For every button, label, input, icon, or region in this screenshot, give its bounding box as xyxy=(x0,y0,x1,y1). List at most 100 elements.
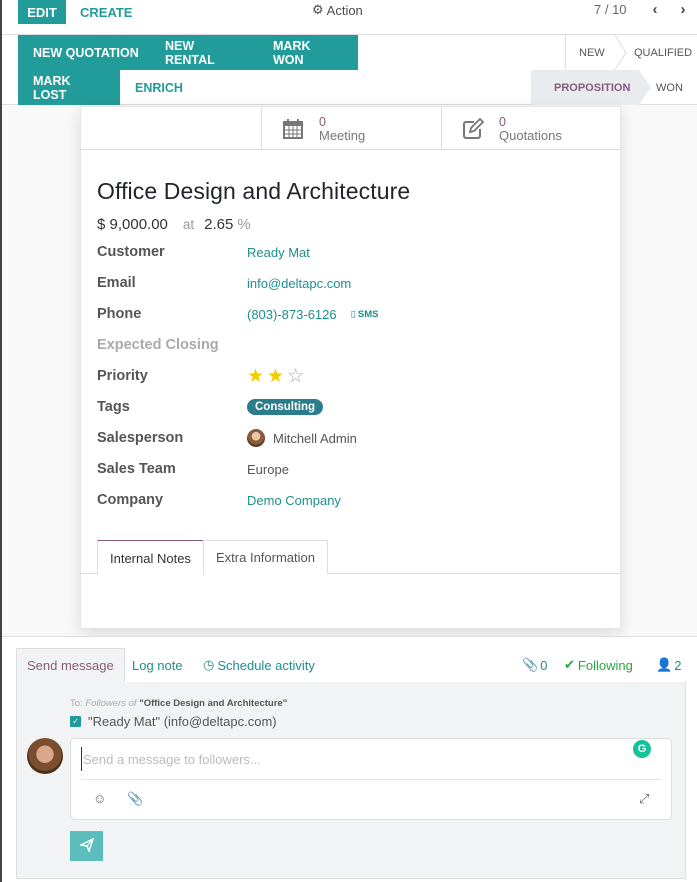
field-sales-team: Sales Team Europe xyxy=(97,459,597,479)
salesperson-value[interactable]: Mitchell Admin xyxy=(247,429,357,447)
mark-won-button[interactable]: MARK WON xyxy=(258,35,358,70)
pencil-square-icon xyxy=(462,117,498,140)
control-panel: EDIT CREATE ⚙ Action 7 / 10 ‹ › xyxy=(2,0,697,35)
meeting-label: Meeting xyxy=(319,127,366,143)
expand-icon[interactable]: ⤢ xyxy=(639,791,649,807)
attachments-button[interactable]: 📎 0 xyxy=(522,648,547,682)
enrich-button[interactable]: ENRICH xyxy=(120,70,198,105)
field-phone: Phone (803)-873-6126 ▯ SMS xyxy=(97,304,597,324)
action-menu[interactable]: ⚙ Action xyxy=(312,0,363,20)
meeting-count: 0 xyxy=(319,114,326,129)
paperclip-attach-icon[interactable]: 📎 xyxy=(127,791,143,807)
salesperson-name: Mitchell Admin xyxy=(273,430,357,446)
record-name-quoted: "Office Design and Architecture" xyxy=(139,698,288,709)
mark-lost-button[interactable]: MARK LOST xyxy=(18,70,120,105)
check-icon: ✔ xyxy=(564,657,575,672)
priority-stars[interactable]: ★ ★ ☆ xyxy=(247,367,304,386)
at-label: at xyxy=(182,217,195,232)
following-label: Following xyxy=(577,657,633,673)
company-link[interactable]: Demo Company xyxy=(247,493,341,508)
notebook-tabs: Internal Notes Extra Information xyxy=(81,540,620,575)
recipient-option[interactable]: ✓ "Ready Mat" (info@deltapc.com) xyxy=(70,714,277,729)
emoji-icon[interactable]: ☺ xyxy=(93,791,106,806)
to-prefix: To: xyxy=(70,698,83,709)
send-message-tab[interactable]: Send message xyxy=(16,648,125,682)
statusbar-divider xyxy=(565,35,566,70)
log-note-tab[interactable]: Log note xyxy=(122,648,193,682)
star-filled-icon[interactable]: ★ xyxy=(267,367,284,386)
probability[interactable]: 2.65 xyxy=(204,216,233,233)
message-composer: To: Followers of "Office Design and Arch… xyxy=(16,682,686,879)
field-expected-closing: Expected Closing xyxy=(97,335,597,355)
gear-icon: ⚙ xyxy=(312,2,324,17)
stage-won[interactable]: WON xyxy=(656,70,683,105)
pager-value[interactable]: 7 / 10 xyxy=(594,0,627,18)
quotations-smart-button[interactable]: 0 Quotations xyxy=(441,107,621,150)
action-label: Action xyxy=(326,2,363,18)
priority-label: Priority xyxy=(97,368,148,384)
create-button[interactable]: CREATE xyxy=(80,0,132,24)
sales-team-label: Sales Team xyxy=(97,461,176,477)
percent-sign: % xyxy=(237,216,251,233)
star-empty-icon[interactable]: ☆ xyxy=(287,367,304,386)
sales-team-value[interactable]: Europe xyxy=(247,462,289,477)
followers-button[interactable]: 👤 2 xyxy=(656,648,681,682)
schedule-activity-label: Schedule activity xyxy=(217,657,315,673)
recipient-checkbox[interactable]: ✓ xyxy=(70,716,81,727)
chatter-topbar: Send message Log note ◷ Schedule activit… xyxy=(16,648,686,682)
user-icon: 👤 xyxy=(656,657,673,672)
field-company: Company Demo Company xyxy=(97,490,597,510)
attachments-count: 0 xyxy=(540,657,548,673)
meeting-smart-button[interactable]: 0 Meeting xyxy=(261,107,441,150)
following-button[interactable]: ✔ Following xyxy=(564,648,633,682)
field-salesperson: Salesperson Mitchell Admin xyxy=(97,428,597,448)
sms-button[interactable]: ▯ SMS xyxy=(351,309,379,320)
opportunity-title[interactable]: Office Design and Architecture xyxy=(97,178,410,205)
field-priority: Priority ★ ★ ☆ xyxy=(97,366,597,386)
mobile-icon: ▯ xyxy=(350,308,356,320)
field-tags: Tags Consulting xyxy=(97,397,597,417)
tab-internal-notes[interactable]: Internal Notes xyxy=(97,540,204,575)
chevron-right-icon[interactable]: › xyxy=(676,0,690,18)
followers-count: 2 xyxy=(674,657,682,673)
star-filled-icon[interactable]: ★ xyxy=(247,367,264,386)
paper-plane-icon xyxy=(78,837,94,855)
stage-qualified[interactable]: QUALIFIED xyxy=(634,35,692,70)
tag-badge[interactable]: Consulting xyxy=(247,399,324,415)
new-rental-button[interactable]: NEW RENTAL xyxy=(150,35,262,70)
salesperson-label: Salesperson xyxy=(97,430,184,446)
field-email: Email info@deltapc.com xyxy=(97,273,597,293)
paperclip-icon: 📎 xyxy=(522,657,539,672)
email-label: Email xyxy=(97,275,136,291)
followers-of-label: Followers of xyxy=(85,698,137,709)
new-quotation-button[interactable]: NEW QUOTATION xyxy=(18,35,154,70)
quotations-label: Quotations xyxy=(499,127,562,143)
stage-proposition[interactable]: PROPOSITION xyxy=(531,70,651,105)
composer-divider xyxy=(81,779,661,780)
field-customer: Customer Ready Mat xyxy=(97,242,597,262)
tags-label: Tags xyxy=(97,399,130,415)
recipients-line: To: Followers of "Office Design and Arch… xyxy=(70,698,287,709)
expected-revenue[interactable]: $ 9,000.00 xyxy=(97,216,168,233)
company-label: Company xyxy=(97,492,164,508)
phone-link[interactable]: (803)-873-6126 xyxy=(247,307,337,322)
message-input[interactable] xyxy=(81,747,621,771)
grammarly-icon[interactable]: G xyxy=(633,740,651,758)
salesperson-avatar xyxy=(247,429,265,447)
chevron-left-icon[interactable]: ‹ xyxy=(648,0,662,18)
customer-link[interactable]: Ready Mat xyxy=(247,245,310,260)
form-header: NEW QUOTATION NEW RENTAL MARK WON MARK L… xyxy=(2,35,697,105)
stage-separator-icon xyxy=(615,35,627,70)
schedule-activity-tab[interactable]: ◷ Schedule activity xyxy=(193,648,325,682)
expected-revenue-row: $ 9,000.00 at 2.65 % xyxy=(97,216,251,233)
smart-button-box: 0 Meeting 0 Quotations xyxy=(81,107,620,150)
stage-new[interactable]: NEW xyxy=(579,35,605,70)
sms-label: SMS xyxy=(357,308,379,320)
customer-label: Customer xyxy=(97,244,165,260)
form-sheet: 0 Meeting 0 Quotations Office Design and… xyxy=(80,106,621,629)
message-box: G ☺ 📎 ⤢ xyxy=(70,738,672,820)
send-button[interactable] xyxy=(70,831,103,861)
tab-extra-information[interactable]: Extra Information xyxy=(203,540,328,574)
edit-button[interactable]: EDIT xyxy=(18,0,66,24)
email-link[interactable]: info@deltapc.com xyxy=(247,276,351,291)
